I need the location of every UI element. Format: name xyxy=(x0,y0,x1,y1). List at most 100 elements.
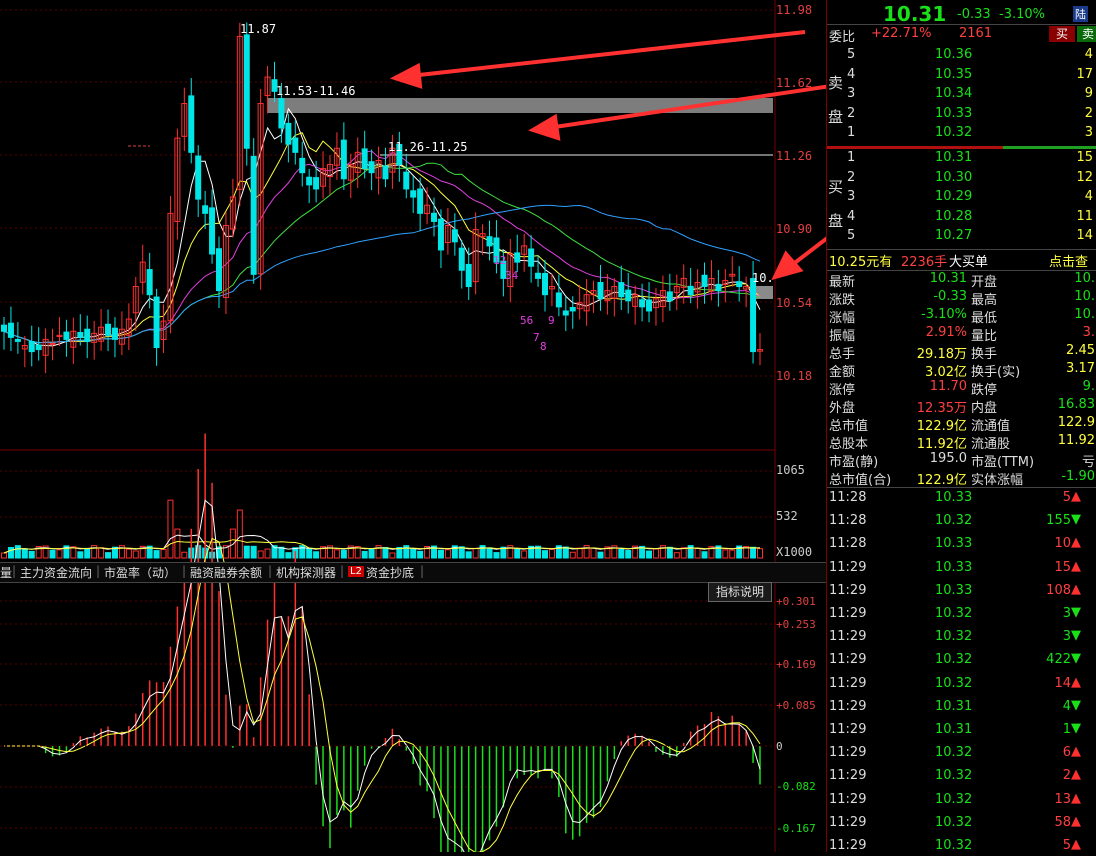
volume-bar xyxy=(243,545,250,559)
ask-volume: 3 xyxy=(1084,125,1093,140)
volume-bar xyxy=(14,545,21,559)
tab-separator: | xyxy=(96,564,101,578)
arrow-down-icon: ▼ xyxy=(1071,628,1081,644)
candle-body xyxy=(299,157,306,174)
candle-body xyxy=(410,190,417,198)
stat-value: 122.9 xyxy=(1057,415,1095,430)
tick-volume: 108 xyxy=(1046,582,1071,598)
tick-volume: 5 xyxy=(1062,838,1071,853)
tab-institution-detector[interactable]: 机构探测器 xyxy=(276,564,336,581)
candle-body xyxy=(77,331,84,338)
tick-time: 11:29 xyxy=(829,768,867,784)
stat-label: 外盘 xyxy=(829,401,856,416)
candle-body xyxy=(340,139,347,180)
ask-row: 4 10.35 17 xyxy=(827,67,1096,85)
candle-body xyxy=(146,269,153,296)
candle-body xyxy=(243,34,250,149)
candle-body xyxy=(195,155,202,200)
candle-body xyxy=(84,328,91,342)
volume-bar xyxy=(548,548,555,559)
ask-volume: 17 xyxy=(1076,66,1093,82)
price-change-pct: -3.10% xyxy=(999,7,1045,22)
ask-level: 1 xyxy=(847,125,856,140)
zone1-label: 11.53-11.46 xyxy=(276,84,356,98)
high-marker-label: 11.87 xyxy=(240,22,277,36)
candle-body xyxy=(715,283,722,292)
candle-body xyxy=(465,263,472,288)
volume-bar xyxy=(181,551,188,559)
volume-bar xyxy=(125,548,132,559)
candle-body xyxy=(666,291,673,302)
buy-button[interactable]: 买 xyxy=(1049,26,1075,42)
stat-label: 涨幅 xyxy=(829,311,856,326)
tab-main-fund-flow[interactable]: 主力资金流向 xyxy=(20,564,92,581)
stat-label: 开盘 xyxy=(971,275,998,290)
price-chart[interactable] xyxy=(0,0,826,852)
volume-bar xyxy=(340,549,347,559)
tick-time: 11:29 xyxy=(829,814,867,830)
stat-row: 振幅 2.91% 量比 3. xyxy=(827,325,1096,344)
tick-price: 10.31 xyxy=(935,698,973,714)
candle-body xyxy=(313,177,320,190)
tick-time: 11:29 xyxy=(829,745,867,761)
stat-label: 最低 xyxy=(971,311,998,326)
weicha-value: 2161 xyxy=(959,26,993,41)
stat-row: 总股本 11.92亿 流通股 11.92 xyxy=(827,433,1096,452)
volume-bar xyxy=(368,548,375,559)
stat-row: 金额 3.02亿 换手(实) 3.17 xyxy=(827,361,1096,380)
sell-button[interactable]: 卖 xyxy=(1077,26,1096,42)
ma-line xyxy=(3,162,761,344)
arrow-up-icon: ▲ xyxy=(1071,837,1081,852)
candle-body xyxy=(541,272,548,296)
candle-body xyxy=(437,218,444,251)
big-order-bar[interactable]: 10.25元有 2236手 大买单 点击查 xyxy=(827,249,1096,271)
tick-price: 10.33 xyxy=(935,490,973,505)
tick-time: 11:29 xyxy=(829,652,867,668)
bid-volume: 12 xyxy=(1076,169,1093,185)
wave-label: 7 xyxy=(533,331,540,344)
tick-volume: 2 xyxy=(1062,768,1071,784)
volume-bar xyxy=(257,550,264,559)
tick-row: 11:28 10.33 10 xyxy=(827,536,1096,554)
big-order-action[interactable]: 点击查 xyxy=(1049,251,1088,270)
volume-bar xyxy=(7,546,14,559)
candle-body xyxy=(417,188,424,214)
candle-body xyxy=(153,296,160,349)
volume-bar xyxy=(361,550,368,559)
indicator-help-button[interactable]: 指标说明 xyxy=(708,582,772,602)
candle-body xyxy=(562,310,569,316)
volume-bar xyxy=(646,550,653,559)
tab-volume[interactable]: 量 xyxy=(0,564,12,581)
tick-time: 11:29 xyxy=(829,582,867,598)
tick-volume: 5 xyxy=(1062,490,1071,505)
arrow-down-icon: ▼ xyxy=(1071,721,1081,736)
arrow-up-icon: ▲ xyxy=(1071,581,1081,597)
volume-bar xyxy=(750,546,757,559)
ask-price: 10.33 xyxy=(935,105,973,121)
tick-volume: 13 xyxy=(1054,791,1071,807)
volume-bar xyxy=(652,548,659,559)
volume-bar xyxy=(590,547,597,559)
tab-pe-ratio[interactable]: 市盈率（动） xyxy=(104,564,176,581)
ma-line xyxy=(3,150,761,344)
candle-body xyxy=(188,95,195,153)
indicator-tick: 0 xyxy=(776,740,783,753)
stat-value: 3. xyxy=(1082,325,1095,340)
tab-fund-bottom-fishing[interactable]: 资金抄底 xyxy=(366,564,414,581)
candle-body xyxy=(105,323,112,336)
candle-body xyxy=(250,155,257,275)
wave-label: 8 xyxy=(540,340,547,353)
bid-price: 10.31 xyxy=(935,150,973,165)
arrow-up-icon: ▲ xyxy=(1071,744,1081,760)
y-tick: 11.26 xyxy=(776,149,813,163)
tab-margin-balance[interactable]: 融资融券余额 xyxy=(190,564,262,581)
tick-volume: 422 xyxy=(1046,652,1071,668)
tick-volume: 15 xyxy=(1054,559,1071,575)
tab-separator: | xyxy=(340,564,345,578)
tick-row: 11:29 10.33 15 xyxy=(827,560,1096,578)
volume-bar xyxy=(417,550,424,559)
stat-value: -3.10% xyxy=(921,307,967,322)
candle-body xyxy=(368,161,375,174)
tick-volume: 10 xyxy=(1054,536,1071,552)
candle-body xyxy=(28,340,35,353)
